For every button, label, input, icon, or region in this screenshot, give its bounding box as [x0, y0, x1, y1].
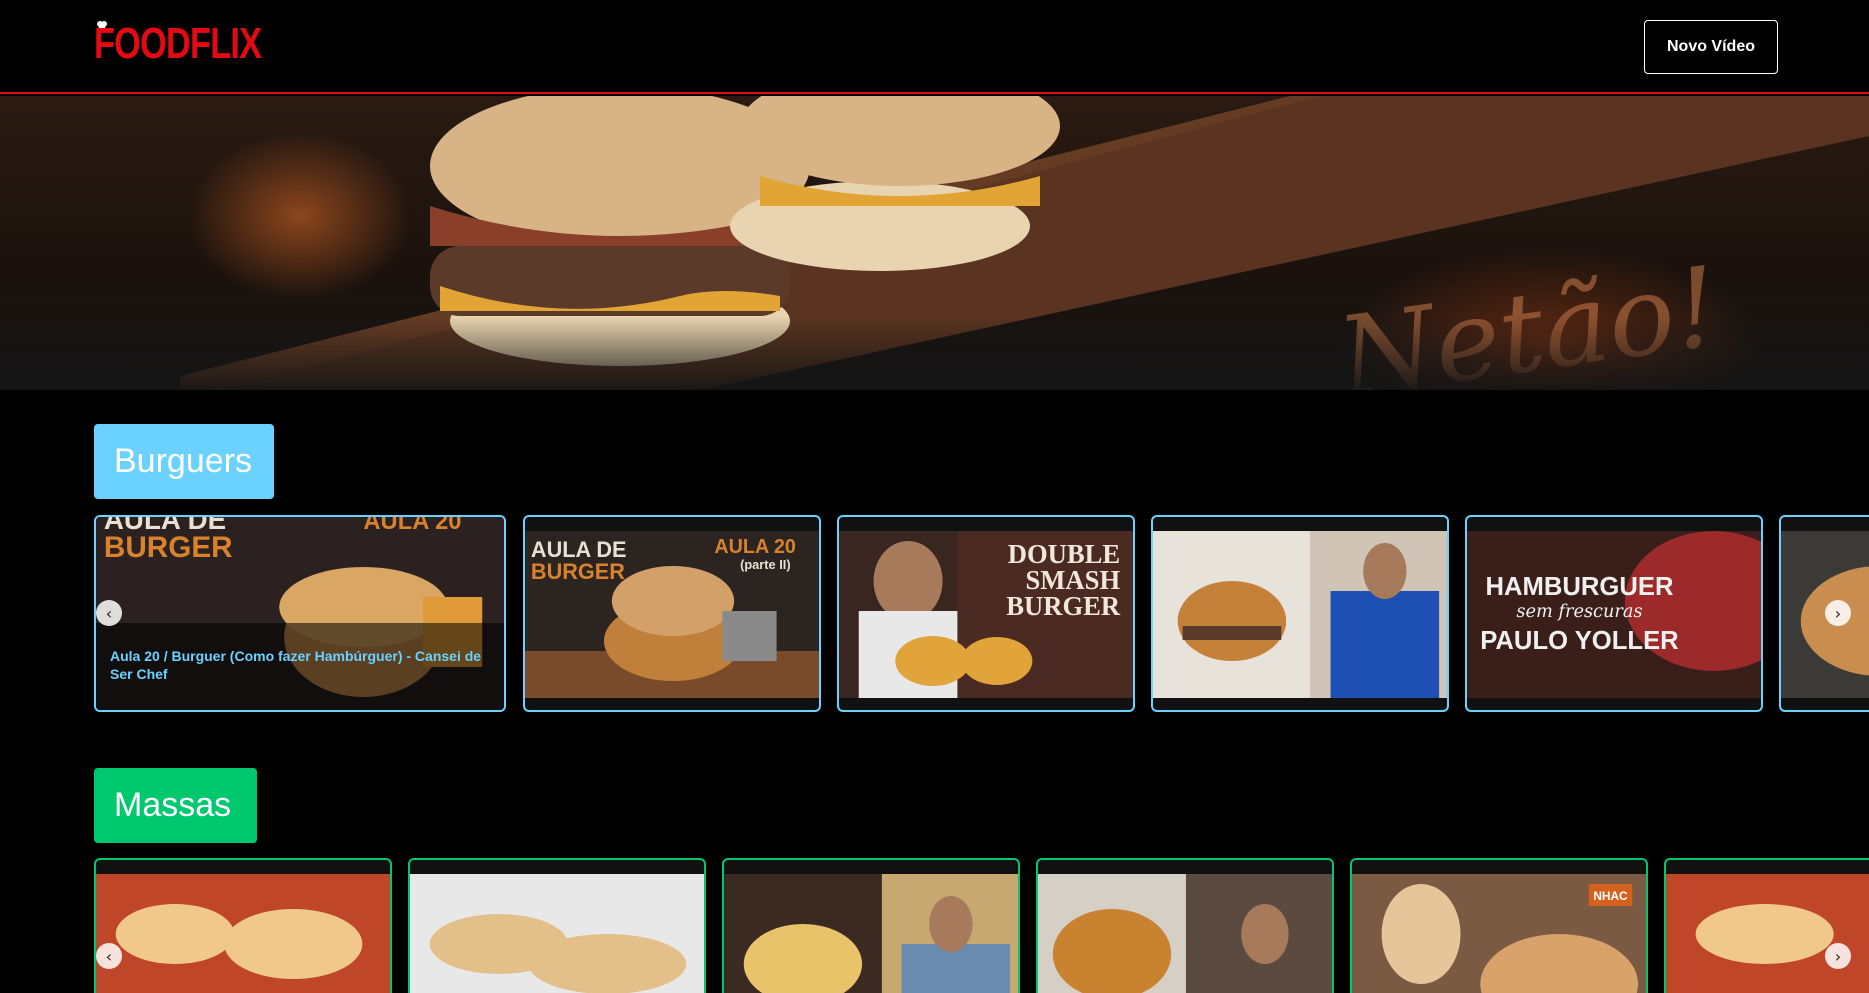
video-card[interactable]: AULA DE BURGER AULA 20 Aula 20 / Burguer…	[94, 515, 506, 712]
video-thumbnail: HAMBURGUER sem frescuras PAULO YOLLER	[1467, 531, 1761, 698]
video-card[interactable]: AULA DE BURGER AULA 20 (parte II)	[523, 515, 821, 712]
new-video-button[interactable]: Novo Vídeo	[1644, 20, 1778, 74]
card-overlay: Aula 20 / Burguer (Como fazer Hambúrguer…	[96, 623, 504, 710]
video-thumbnail: NHAC	[1352, 874, 1646, 993]
video-thumbnail	[410, 874, 704, 993]
carousel-prev-arrow-icon[interactable]: ‹	[96, 943, 122, 969]
svg-text:HAMBURGUER: HAMBURGUER	[1485, 573, 1673, 601]
carousel-next-arrow-icon[interactable]: ›	[1825, 943, 1851, 969]
video-card[interactable]	[1036, 858, 1334, 993]
video-thumbnail	[1153, 531, 1447, 698]
category-label-burguers: Burguers	[94, 424, 274, 499]
video-thumbnail	[1038, 874, 1332, 993]
svg-text:(parte II): (parte II)	[740, 557, 791, 572]
svg-text:NHAC: NHAC	[1593, 889, 1628, 903]
video-card[interactable]	[408, 858, 706, 993]
carousel-burguers: AULA DE BURGER AULA 20 Aula 20 / Burguer…	[94, 515, 1869, 712]
video-thumbnail	[1666, 874, 1869, 993]
video-card[interactable]: DOUBLE SMASH BURGER	[837, 515, 1135, 712]
svg-text:AULA 20: AULA 20	[363, 517, 461, 535]
carousel-prev-arrow-icon[interactable]: ‹	[96, 600, 122, 626]
svg-text:PAULO YOLLER: PAULO YOLLER	[1480, 627, 1679, 655]
carousel-massas: NHAC	[94, 858, 1869, 993]
video-card[interactable]	[94, 858, 392, 993]
svg-text:BURGER: BURGER	[104, 531, 233, 564]
banner-burger-image: Netão!	[0, 96, 1869, 390]
video-card[interactable]	[1779, 515, 1869, 712]
video-card[interactable]	[1664, 858, 1869, 993]
svg-text:sem frescuras: sem frescuras	[1516, 601, 1642, 622]
video-thumbnail: DOUBLE SMASH BURGER	[839, 531, 1133, 698]
carousel-next-arrow-icon[interactable]: ›	[1825, 600, 1851, 626]
category-label-massas: Massas	[94, 768, 257, 843]
svg-text:AULA 20: AULA 20	[714, 536, 795, 558]
video-card[interactable]	[722, 858, 1020, 993]
foodflix-logo[interactable]: FOODFLIX	[94, 18, 308, 70]
video-card[interactable]: NHAC	[1350, 858, 1648, 993]
hero-banner: Netão!	[0, 96, 1869, 390]
svg-text:BURGER: BURGER	[531, 559, 625, 584]
video-card[interactable]: HAMBURGUER sem frescuras PAULO YOLLER	[1465, 515, 1763, 712]
video-thumbnail: AULA DE BURGER AULA 20 (parte II)	[525, 531, 819, 698]
logo-text: FOODFLIX	[94, 19, 262, 68]
video-thumbnail	[724, 874, 1018, 993]
top-header: FOODFLIX Novo Vídeo	[0, 0, 1869, 94]
svg-text:BURGER: BURGER	[1006, 591, 1121, 621]
video-card[interactable]	[1151, 515, 1449, 712]
video-title: Aula 20 / Burguer (Como fazer Hambúrguer…	[110, 648, 482, 682]
video-thumbnail	[96, 874, 390, 993]
